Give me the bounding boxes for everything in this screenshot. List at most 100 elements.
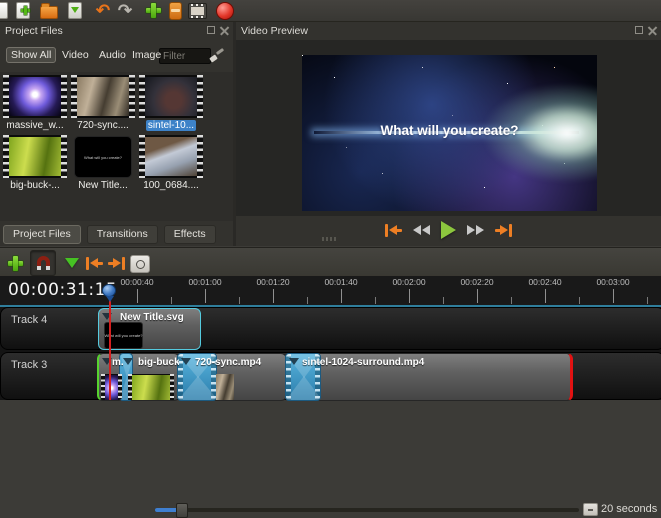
record-icon: [216, 1, 234, 20]
playhead-marker[interactable]: [102, 284, 117, 302]
previous-marker-button[interactable]: [84, 254, 104, 272]
jump-to-end-button[interactable]: [495, 223, 512, 237]
export-video-button[interactable]: [187, 2, 207, 20]
ruler-tick-major: [409, 289, 410, 303]
float-panel-icon[interactable]: [207, 26, 215, 34]
track-3: Track 3 m... big-buck- 720-sync.mp4 sintel-1…: [0, 352, 661, 401]
filter-tab-image[interactable]: Image: [127, 47, 166, 63]
save-icon: [68, 2, 82, 19]
zoom-time-button[interactable]: [583, 503, 598, 516]
file-thumbnail: [139, 75, 203, 118]
file-item-big-buck[interactable]: big-buck-...: [3, 135, 67, 191]
project-files-header: Project Files: [0, 22, 233, 40]
file-item-massive-w[interactable]: massive_w...: [3, 75, 67, 131]
record-button[interactable]: [215, 1, 235, 20]
fast-forward-button[interactable]: [467, 225, 484, 235]
ruler-tick-major: [273, 289, 274, 303]
ruler-tick-label: 00:02:20: [460, 277, 494, 287]
file-label: New Title...: [78, 180, 128, 191]
ruler-tick-minor: [375, 297, 376, 304]
add-track-plus-icon: [7, 255, 23, 271]
import-plus-icon: [145, 3, 161, 18]
new-project-button[interactable]: [13, 2, 33, 20]
close-panel-icon[interactable]: [220, 26, 229, 35]
undo-icon: ↶: [95, 0, 111, 20]
ruler-tick-label: 00:01:20: [256, 277, 290, 287]
zoom-slider[interactable]: [155, 503, 579, 518]
play-button[interactable]: [441, 221, 456, 239]
video-frame[interactable]: What will you create?: [302, 55, 597, 211]
add-track-button[interactable]: [5, 254, 25, 272]
file-thumbnail: What will you create?: [74, 136, 132, 178]
video-overlay-text: What will you create?: [380, 123, 519, 138]
clip-thumbnail: [128, 374, 174, 400]
file-thumbnail: [3, 135, 67, 178]
ruler-tick-major: [341, 289, 342, 303]
clip-label: m...: [112, 357, 124, 368]
save-project-button[interactable]: [65, 2, 85, 20]
rewind-button[interactable]: [413, 225, 430, 235]
ruler-tick-label: 00:02:40: [528, 277, 562, 287]
file-label: 720-sync....: [77, 120, 129, 131]
panel-title: Video Preview: [241, 25, 308, 37]
playhead-line[interactable]: [109, 300, 111, 400]
openshot-window: { "toolbar": { "icons": ["new-project", …: [0, 0, 661, 518]
ruler-tick-major: [137, 289, 138, 303]
close-panel-icon[interactable]: [648, 26, 657, 35]
clip-label: big-buck-: [138, 357, 180, 368]
ruler-tick-minor: [647, 297, 648, 304]
chevron-down-icon[interactable]: [289, 358, 299, 365]
center-on-playhead-button[interactable]: [130, 255, 150, 273]
redo-button[interactable]: ↷: [115, 2, 135, 20]
file-thumbnail: [139, 135, 203, 178]
clip-thumbnail: [101, 374, 122, 400]
preview-area: What will you create?: [236, 40, 661, 216]
clear-filter-brush-icon[interactable]: [209, 49, 223, 63]
file-item-new-title[interactable]: What will you create? New Title...: [71, 135, 135, 191]
previous-marker-icon: [85, 256, 103, 270]
import-files-button[interactable]: [143, 2, 163, 20]
panel-tabs: Project Files Transitions Effects: [0, 221, 233, 246]
clip-new-title-svg[interactable]: New Title.svg What will you create?: [98, 308, 201, 350]
playhead-timecode: 00:00:31:15: [8, 280, 118, 300]
track-4: Track 4 New Title.svg What will you create…: [0, 307, 661, 350]
undo-button[interactable]: ↶: [93, 2, 113, 20]
new-project-icon: [16, 2, 30, 19]
snapping-toggle[interactable]: [30, 250, 56, 276]
ruler-tick-label: 00:00:40: [120, 277, 154, 287]
dock-drag-handle[interactable]: [322, 237, 336, 241]
filter-tab-audio[interactable]: Audio: [94, 47, 131, 63]
jump-to-start-button[interactable]: [385, 223, 402, 237]
next-marker-button[interactable]: [106, 254, 126, 272]
filter-tab-video[interactable]: Video: [57, 47, 94, 63]
file-thumbnail: [3, 75, 67, 118]
open-project-button[interactable]: [39, 2, 59, 20]
file-thumbnail: [71, 75, 135, 118]
choose-profile-button[interactable]: [165, 1, 185, 20]
file-item-100-0684[interactable]: 100_0684....: [139, 135, 203, 191]
zoom-slider-handle[interactable]: [176, 503, 188, 518]
file-item-720-sync[interactable]: 720-sync....: [71, 75, 135, 131]
clip-sintel-1024-surround-mp4[interactable]: sintel-1024-surround.mp4: [285, 353, 573, 401]
chevron-down-icon[interactable]: [181, 358, 191, 365]
add-marker-button[interactable]: [62, 254, 82, 272]
chevron-down-icon[interactable]: [123, 358, 132, 365]
file-label: big-buck-...: [10, 180, 60, 191]
center-icon: [135, 259, 145, 269]
timeline-ruler[interactable]: 00:00:31:15 00:00:40 00:01:00 00:01:20 00:0…: [0, 276, 661, 305]
filter-input[interactable]: [159, 48, 211, 64]
file-label: sintel-10...: [145, 120, 197, 131]
float-panel-icon[interactable]: [635, 26, 643, 34]
panel-title: Project Files: [5, 25, 63, 37]
file-label: 100_0684....: [143, 180, 199, 191]
tab-transitions[interactable]: Transitions: [86, 225, 158, 244]
clip-label: sintel-1024-surround.mp4: [302, 357, 425, 368]
tab-effects[interactable]: Effects: [163, 225, 216, 244]
tab-project-files[interactable]: Project Files: [3, 225, 81, 244]
timeline-toolbar: 20 seconds: [0, 247, 661, 518]
stars-decoration: [302, 55, 303, 56]
clip-label: 720-sync.mp4: [195, 357, 262, 368]
file-item-sintel-10[interactable]: sintel-10...: [139, 75, 203, 131]
filter-tab-show-all[interactable]: Show All: [6, 47, 57, 63]
file-label: massive_w...: [6, 120, 64, 131]
